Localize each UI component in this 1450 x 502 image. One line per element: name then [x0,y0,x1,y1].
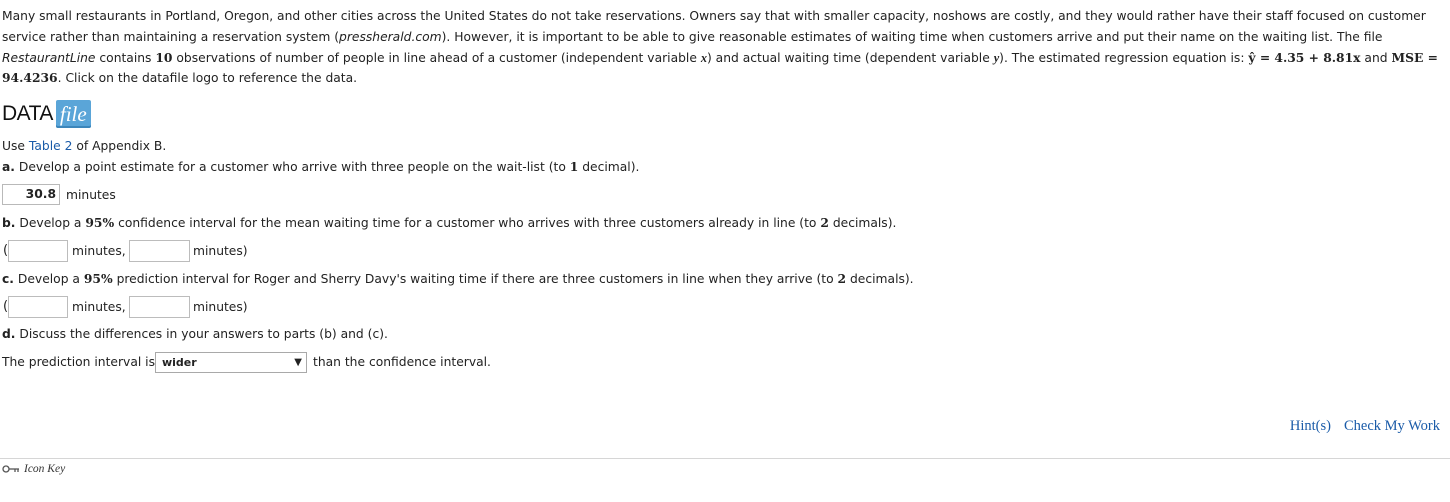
part-c-upper-input[interactable] [129,296,190,318]
chevron-down-icon: ▼ [294,357,302,368]
part-a-text: decimal). [578,160,640,174]
intro-text: . Click on the datafile logo to referenc… [57,71,358,86]
part-c-unit-1: minutes, [72,300,126,314]
part-c-text: decimals). [846,272,914,286]
part-b-letter: b. [2,216,16,230]
regression-equation: ŷ = 4.35 + 8.81x [1248,49,1361,65]
part-b-unit-2: minutes) [193,244,248,258]
part-c-text: Develop a [13,272,84,286]
part-b-question: b. Develop a 95% confidence interval for… [2,215,896,230]
use-table-prefix: Use [2,139,29,153]
part-c-question: c. Develop a 95% prediction interval for… [2,271,914,286]
part-a-letter: a. [2,160,15,174]
action-links: Hint(s) Check My Work [1277,418,1440,435]
datafile-file-badge: file [55,100,91,128]
datafile-data-word: DATA [2,102,53,125]
part-b-precision: 2 [820,215,829,230]
icon-key-link[interactable]: Icon Key [2,463,65,475]
part-b-text: confidence interval for the mean waiting… [114,216,821,230]
part-c-unit-2: minutes) [193,300,248,314]
intro-text: ). However, it is important to be able t… [441,29,1383,44]
part-b-text: decimals). [828,216,897,230]
source-citation: pressherald.com [339,29,442,44]
use-table-suffix: of Appendix B. [72,139,167,153]
problem-intro: Many small restaurants in Portland, Oreg… [2,6,1442,89]
data-filename: RestaurantLine [2,50,96,65]
part-c-lower-input[interactable] [8,296,68,318]
part-b-lower-input[interactable] [8,240,68,262]
intro-text: contains [95,50,156,65]
part-a-question: a. Develop a point estimate for a custom… [2,159,639,174]
part-c-letter: c. [2,272,14,286]
use-table-line: Use Table 2 of Appendix B. [2,139,166,153]
key-icon [2,465,19,473]
part-c-text: prediction interval for Roger and Sherry… [112,272,838,286]
part-d-dropdown[interactable]: wider ▼ [155,352,307,373]
part-b-percent: 95% [85,215,115,230]
part-c-percent: 95% [83,271,113,286]
intro-text: ) and actual waiting time (dependent var… [706,50,994,65]
footer-divider [0,458,1450,459]
part-a-text: Develop a point estimate for a customer … [14,160,570,174]
check-my-work-link[interactable]: Check My Work [1344,418,1440,434]
part-b-upper-input[interactable] [129,240,190,262]
icon-key-label: Icon Key [24,463,66,475]
part-d-suffix: than the confidence interval. [313,355,491,369]
table-2-link[interactable]: Table 2 [29,139,73,153]
part-c-precision: 2 [837,271,847,286]
part-d-selected-value: wider [162,356,197,369]
part-d-question: d. Discuss the differences in your answe… [2,327,388,341]
hints-link[interactable]: Hint(s) [1290,418,1331,434]
part-b-text: Develop a [15,216,86,230]
part-d-letter: d. [2,327,16,341]
intro-text: observations of number of people in line… [172,50,701,65]
n-observations: 10 [155,49,173,65]
intro-text: ). The estimated regression equation is: [999,50,1249,65]
part-b-unit-1: minutes, [72,244,126,258]
part-d-text: Discuss the differences in your answers … [15,327,388,341]
part-a-unit: minutes [66,188,116,202]
part-d-prefix: The prediction interval is [2,355,155,369]
intro-text: and [1360,50,1392,65]
datafile-logo[interactable]: DATA file [2,98,91,130]
part-a-answer-field[interactable]: 30.8 [2,184,60,205]
